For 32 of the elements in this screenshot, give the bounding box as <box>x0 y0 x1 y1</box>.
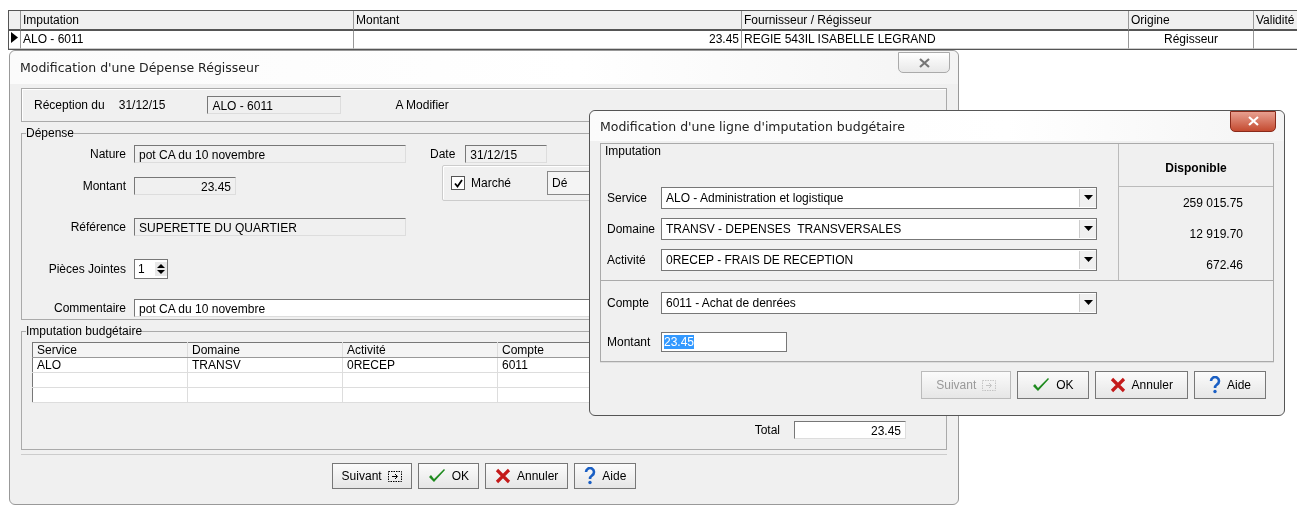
group-label: Imputation budgétaire <box>26 324 143 338</box>
checkbox-label: Marché <box>471 176 511 190</box>
field-label: Réception du <box>34 98 105 112</box>
field-label: Date <box>430 147 456 161</box>
grid-cell: 23.45 <box>354 31 742 49</box>
field-label: Total <box>754 423 780 437</box>
imputation-field: ALO - 6011 <box>207 96 342 114</box>
status-text: A Modifier <box>395 98 449 112</box>
window-title: Modification d'une Dépense Régisseur <box>20 60 260 75</box>
table-cell: ALO <box>32 357 188 373</box>
field-label: Domaine <box>607 221 657 236</box>
field-label: Activité <box>607 252 647 267</box>
group-label: Dépense <box>26 126 75 140</box>
field-label: Commentaire <box>52 301 127 315</box>
window-title: Modification d'une ligne d'imputation budgétaire <box>600 118 905 134</box>
group-label: Imputation <box>605 144 662 158</box>
grid-cell: REGIE 543IL ISABELLE LEGRAND <box>742 31 1129 49</box>
available-amount: 259 015.75 <box>1181 194 1244 212</box>
table-cell: TRANSV <box>187 357 343 373</box>
total-field: 23.45 <box>794 421 906 439</box>
available-amount: 672.46 <box>1205 256 1244 274</box>
grid-cell: Régisseur <box>1129 31 1254 49</box>
column-header: Disponible <box>1119 150 1273 187</box>
field-label: Service <box>607 190 648 205</box>
table-cell: 0RECEP <box>342 357 498 373</box>
available-amount: 12 919.70 <box>1188 225 1244 243</box>
reception-date: 31/12/15 <box>118 98 166 112</box>
grid-cell: ALO - 6011 <box>21 31 354 49</box>
field-label: Montant <box>81 179 127 193</box>
field-label: Référence <box>69 220 127 234</box>
field-label: Nature <box>88 147 127 161</box>
field-label: Pièces Jointes <box>47 262 127 276</box>
